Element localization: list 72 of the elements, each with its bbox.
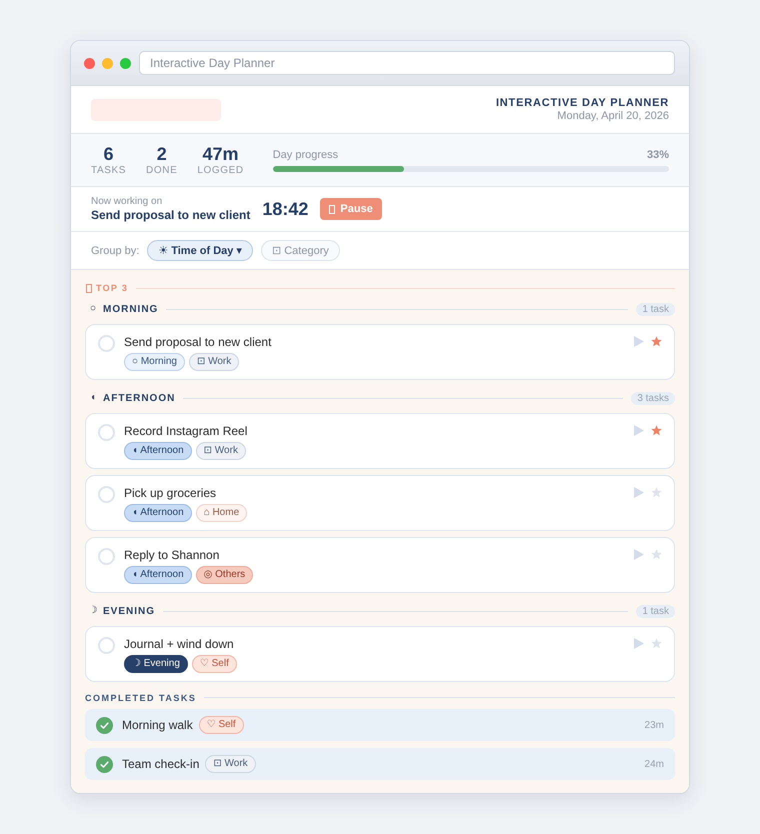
star-icon[interactable] [651,425,662,436]
section-title: MORNING [103,304,158,314]
section-title: TOP 3 [96,283,128,293]
checkbox[interactable] [98,424,115,441]
category-tag: ◎ Others [196,566,254,584]
current-task-title: Send proposal to new client [91,208,250,222]
ring-icon: ○ [86,302,100,316]
category-tag: ♡ Self [192,655,237,673]
stat-label: LOGGED [197,164,244,176]
play-icon[interactable] [634,638,644,649]
task-count: 1 task [636,302,675,316]
star-icon[interactable] [651,549,662,560]
time-logged: 23m [644,720,664,730]
task-title: Send proposal to new client [124,334,272,350]
play-icon[interactable] [634,549,644,560]
time-tag: ◖ Afternoon [124,442,192,460]
checkbox[interactable] [98,637,115,654]
progress-reading: 33% [646,148,669,162]
checkbox[interactable] [96,756,113,772]
timer-display: 18:42 [262,198,308,220]
crescent-icon: ☽ [86,604,100,618]
checkbox[interactable] [98,548,115,565]
square-icon [86,284,92,292]
task-title: Journal + wind down [124,636,235,652]
checkbox[interactable] [98,335,115,352]
task-title: Pick up groceries [124,485,218,501]
category-tag: ⊡ Work [205,755,256,773]
time-logged: 24m [644,758,664,770]
stat-value: 47m [202,144,240,164]
date-label: Monday, April 20, 2026 [556,110,669,122]
task-count: 1 task [636,604,675,618]
now-working-caption: Now working on [91,196,164,208]
app-title: INTERACTIVE DAY PLANNER [496,96,669,110]
progress-label: Day progress [272,148,338,162]
section-title: EVENING [103,606,156,616]
address-field[interactable]: Interactive Day Planner [139,51,675,75]
window-maximize-button[interactable] [120,58,131,68]
time-tag: ○ Morning [124,353,185,371]
time-tag: ☽ Evening [124,655,188,673]
task-title: Team check-in [122,757,200,771]
category-tag: ⊡ Work [188,353,240,371]
time-tag: ◖ Afternoon [124,566,192,584]
stat-value: 6 [102,144,115,164]
task-title: Reply to Shannon [124,547,220,563]
task-title: Morning walk [122,718,193,732]
task-title: Record Instagram Reel [124,423,248,439]
star-icon[interactable] [651,638,662,649]
stat-value: 2 [156,144,168,164]
checkbox[interactable] [98,486,115,503]
time-tag: ◖ Afternoon [124,504,192,522]
play-icon[interactable] [634,487,644,498]
section-title: AFTERNOON [103,392,176,404]
category-tag: ⊡ Work [196,442,246,460]
window-minimize-button[interactable] [102,58,113,68]
group-by-option[interactable]: ☀ Time of Day ▾ [147,240,253,261]
window-close-button[interactable] [84,58,95,68]
stat-label: TASKS [91,164,126,176]
pause-button[interactable]: Pause [320,198,382,220]
star-icon[interactable] [651,336,662,347]
category-tag: ♡ Self [198,716,244,734]
group-by-label: Group by: [91,244,140,256]
play-icon[interactable] [634,336,644,347]
star-icon[interactable] [651,487,662,498]
section-title: COMPLETED TASKS [85,692,196,702]
category-tag: ⌂ Home [196,504,248,522]
group-by-option[interactable]: ⊡ Category [260,240,340,261]
half-disc-icon: ◖ [86,391,100,405]
task-count: 3 tasks [631,392,675,404]
stat-label: DONE [146,164,178,176]
checkbox[interactable] [96,716,113,734]
square-icon [329,204,336,214]
play-icon[interactable] [634,425,644,436]
